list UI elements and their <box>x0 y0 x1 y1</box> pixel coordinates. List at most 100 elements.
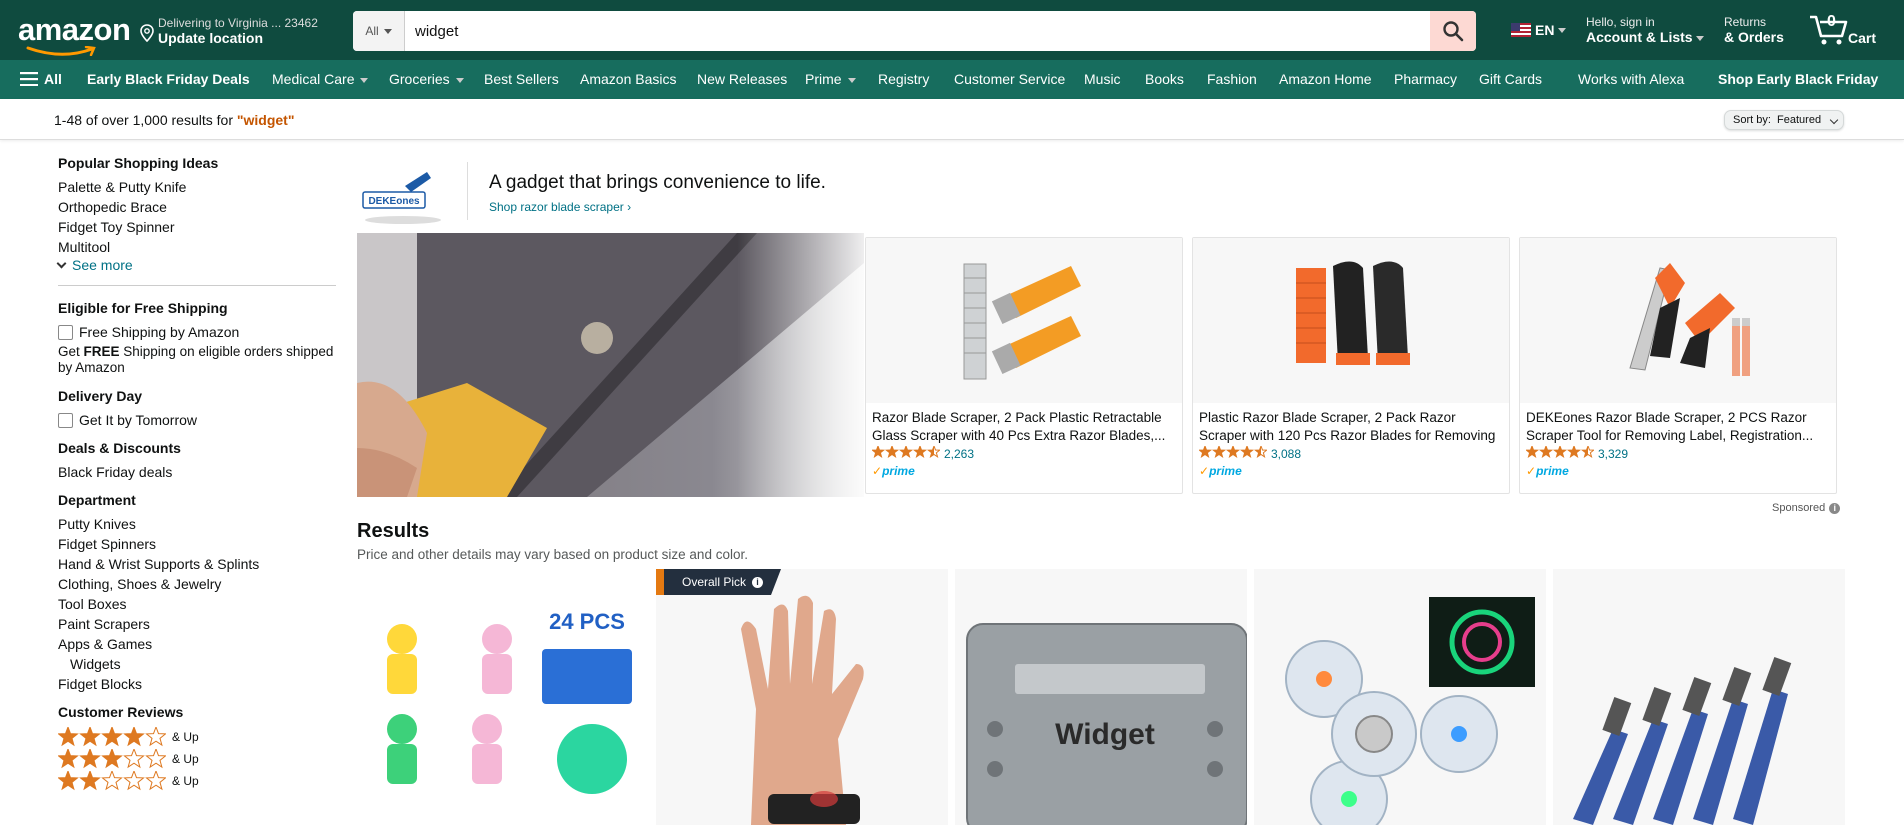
divider <box>58 285 336 286</box>
dept-widgets[interactable]: Widgets <box>58 654 338 674</box>
dept-fidget-blocks[interactable]: Fidget Blocks <box>58 674 338 694</box>
nav-music[interactable]: Music <box>1084 71 1121 87</box>
nav-shop-early-black-friday[interactable]: Shop Early Black Friday <box>1718 71 1878 87</box>
search-input[interactable] <box>405 11 1430 51</box>
plastic-scraper-image <box>1296 261 1410 365</box>
sponsored-product-card[interactable]: DEKEones Razor Blade Scraper, 2 PCS Razo… <box>1519 237 1837 494</box>
product-tile[interactable] <box>1553 569 1845 825</box>
product-title[interactable]: Razor Blade Scraper, 2 Pack Plastic Retr… <box>866 403 1182 445</box>
product-tile[interactable]: Overall Pick i <box>656 569 948 825</box>
nav-bar: All Early Black Friday Deals Medical Car… <box>0 60 1904 99</box>
pliers-set-image <box>1553 569 1845 825</box>
see-more-link[interactable]: See more <box>56 257 338 273</box>
account-menu[interactable]: Hello, sign in Account & Lists <box>1586 15 1705 45</box>
sponsored-label[interactable]: Sponsored i <box>1772 502 1841 514</box>
filter-fidget-toy-spinner[interactable]: Fidget Toy Spinner <box>58 217 338 237</box>
star-rating-icon <box>58 771 166 791</box>
caret-down-icon <box>1696 35 1705 41</box>
led-fidget-spinner-image <box>1254 569 1546 825</box>
free-shipping-section: Eligible for Free Shipping Free Shipping… <box>58 300 338 376</box>
brand-title[interactable]: A gadget that brings convenience to life… <box>489 172 826 194</box>
free-shipping-checkbox[interactable]: Free Shipping by Amazon <box>58 322 338 342</box>
brand-logo-text: DEKEones <box>368 196 420 207</box>
review-filter-4-stars[interactable]: & Up <box>58 726 338 748</box>
popular-ideas-heading: Popular Shopping Ideas <box>58 155 219 171</box>
brand-hero-image[interactable] <box>357 233 864 497</box>
filter-black-friday-deals[interactable]: Black Friday deals <box>58 462 338 482</box>
department-section: Department Putty Knives Fidget Spinners … <box>58 492 338 694</box>
search-button[interactable] <box>1430 11 1476 51</box>
info-icon[interactable]: i <box>1829 502 1841 514</box>
results-subtext: Price and other details may vary based o… <box>357 547 748 562</box>
dept-tool-boxes[interactable]: Tool Boxes <box>58 594 338 614</box>
product-image[interactable] <box>1193 238 1509 403</box>
product-rating[interactable]: 2,263 <box>866 444 1182 462</box>
returns-orders[interactable]: Returns & Orders <box>1724 15 1784 45</box>
nav-prime[interactable]: Prime <box>805 71 856 87</box>
sponsored-product-card[interactable]: Razor Blade Scraper, 2 Pack Plastic Retr… <box>865 237 1183 494</box>
nav-groceries[interactable]: Groceries <box>389 71 464 87</box>
nav-amazon-home[interactable]: Amazon Home <box>1279 71 1372 87</box>
cart-button[interactable]: 0 Cart <box>1808 12 1876 49</box>
review-filter-2-stars[interactable]: & Up <box>58 770 338 792</box>
delivery-location[interactable]: Delivering to Virginia ... 23462 Update … <box>140 16 318 46</box>
review-filter-3-stars[interactable]: & Up <box>58 748 338 770</box>
dekeones-scraper-image <box>1629 263 1750 376</box>
nav-fashion[interactable]: Fashion <box>1207 71 1257 87</box>
caret-down-icon <box>383 28 392 34</box>
nav-best-sellers[interactable]: Best Sellers <box>484 71 559 87</box>
brand-logo[interactable]: DEKEones <box>361 164 445 230</box>
sort-dropdown[interactable]: Sort by: Featured <box>1724 110 1845 130</box>
filter-multitool[interactable]: Multitool <box>58 237 338 257</box>
product-rating[interactable]: 3,329 <box>1520 444 1836 462</box>
nav-pharmacy[interactable]: Pharmacy <box>1394 71 1457 87</box>
filter-palette-putty-knife[interactable]: Palette & Putty Knife <box>58 177 338 197</box>
nav-registry[interactable]: Registry <box>878 71 929 87</box>
cart-count: 0 <box>1827 13 1836 30</box>
results-heading: Results <box>357 520 430 542</box>
prime-badge: ✓prime <box>872 464 915 478</box>
amazon-logo[interactable]: amazon <box>18 12 131 56</box>
product-tile[interactable]: 24 PCS <box>357 569 649 825</box>
nav-new-releases[interactable]: New Releases <box>697 71 787 87</box>
rating-stars-icon <box>1524 444 1596 461</box>
nav-books[interactable]: Books <box>1145 71 1184 87</box>
filters-sidebar: Popular Shopping Ideas Palette & Putty K… <box>56 155 338 802</box>
nav-gift-cards[interactable]: Gift Cards <box>1479 71 1542 87</box>
cart-label: Cart <box>1848 30 1877 46</box>
language-selector[interactable]: EN <box>1511 22 1567 38</box>
dept-hand-wrist-supports[interactable]: Hand & Wrist Supports & Splints <box>58 554 338 574</box>
shop-brand-link[interactable]: Shop razor blade scraper › <box>489 200 631 214</box>
sponsored-product-card[interactable]: Plastic Razor Blade Scraper, 2 Pack Razo… <box>1192 237 1510 494</box>
nav-early-black-friday-deals[interactable]: Early Black Friday Deals <box>87 71 250 87</box>
nav-amazon-basics[interactable]: Amazon Basics <box>580 71 676 87</box>
query-text: "widget" <box>236 112 295 128</box>
sponsored-brand-banner[interactable]: DEKEones A gadget that brings convenienc… <box>357 158 1837 228</box>
info-icon[interactable]: i <box>752 576 764 588</box>
checkbox[interactable] <box>58 324 73 340</box>
search-category-dropdown[interactable]: All <box>353 11 405 51</box>
get-it-tomorrow-checkbox[interactable]: Get It by Tomorrow <box>58 410 338 430</box>
product-title[interactable]: DEKEones Razor Blade Scraper, 2 PCS Razo… <box>1520 403 1836 445</box>
dept-putty-knives[interactable]: Putty Knives <box>58 514 338 534</box>
dept-clothing-shoes-jewelry[interactable]: Clothing, Shoes & Jewelry <box>58 574 338 594</box>
nav-works-with-alexa[interactable]: Works with Alexa <box>1578 71 1684 87</box>
dept-paint-scrapers[interactable]: Paint Scrapers <box>58 614 338 634</box>
top-header: amazon Delivering to Virginia ... 23462 … <box>0 0 1904 60</box>
dept-fidget-spinners[interactable]: Fidget Spinners <box>58 534 338 554</box>
dept-apps-games[interactable]: Apps & Games <box>58 634 338 654</box>
review-filter-list: & Up & Up & Up <box>58 726 338 792</box>
product-title[interactable]: Plastic Razor Blade Scraper, 2 Pack Razo… <box>1193 403 1509 445</box>
product-tile[interactable]: Widget <box>955 569 1247 825</box>
product-tile[interactable] <box>1254 569 1546 825</box>
product-image[interactable] <box>1520 238 1836 403</box>
checkbox[interactable] <box>58 412 73 428</box>
nav-medical-care[interactable]: Medical Care <box>272 71 368 87</box>
product-rating[interactable]: 3,088 <box>1193 444 1509 462</box>
nav-customer-service[interactable]: Customer Service <box>954 71 1065 87</box>
hamburger-icon <box>20 72 38 86</box>
all-menu-button[interactable]: All <box>20 71 62 87</box>
product-image[interactable] <box>866 238 1182 403</box>
razor-scraper-image <box>963 263 1081 380</box>
filter-orthopedic-brace[interactable]: Orthopedic Brace <box>58 197 338 217</box>
